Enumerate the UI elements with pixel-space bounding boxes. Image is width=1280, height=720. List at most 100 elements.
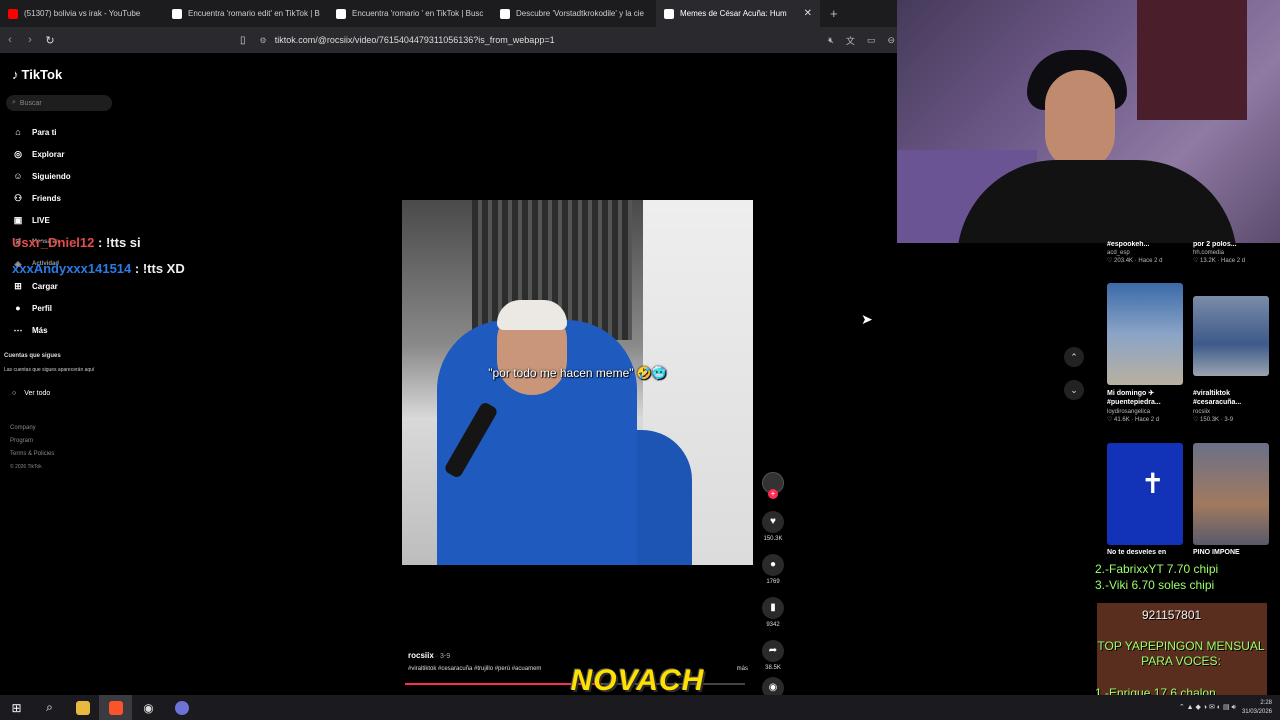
youtube-icon xyxy=(8,8,18,19)
cast-icon[interactable]: ▭ xyxy=(867,35,876,46)
feed-thumbnail[interactable]: ✝ xyxy=(1107,443,1183,545)
footer-link-program[interactable]: Program xyxy=(10,435,54,448)
reload-icon[interactable]: ↻ xyxy=(40,34,60,47)
sidebar-item-perfil[interactable]: ● Perfil xyxy=(12,297,71,319)
live-icon: ▣ xyxy=(13,214,23,225)
see-all-button[interactable]: ○ Ver todo xyxy=(12,390,50,397)
clock[interactable]: 2:28 31/03/2026 xyxy=(1242,699,1272,717)
feed-card[interactable]: #viraltiktok #cesaracuña... rocsiix ♡ 15… xyxy=(1193,389,1273,423)
webcam-overlay xyxy=(897,0,1280,243)
feed-card[interactable]: Mi domingo ✈ #puentepiedra... loydirosan… xyxy=(1107,389,1187,423)
mute-icon[interactable]: 🔇︎ xyxy=(828,35,834,46)
feed-thumbnail[interactable] xyxy=(1193,296,1269,376)
donation-panel: 921157801 TOP YAPEPINGON MENSUAL PARA VO… xyxy=(1095,603,1267,700)
video-caption: "por todo me hacen meme" 🤣🥶 xyxy=(488,366,667,380)
comment-icon: ● xyxy=(762,554,784,576)
donation-title: TOP YAPEPINGON MENSUAL PARA VOCES: xyxy=(1097,639,1265,668)
file-explorer-icon[interactable] xyxy=(66,695,99,720)
tab-tiktok-search-2[interactable]: Encuentra 'romario ' en TikTok | Busc xyxy=(328,0,492,27)
url-field[interactable]: ⚙ tiktok.com/@rocsiix/video/761540447931… xyxy=(260,35,555,45)
profile-icon: ● xyxy=(15,303,21,313)
tab-active[interactable]: Memes de César Acuña: Hum ✕ xyxy=(656,0,820,27)
search-input[interactable]: ⌕ Buscar xyxy=(6,95,112,111)
close-icon[interactable]: ✕ xyxy=(804,8,812,19)
share-icon: ➦ xyxy=(762,640,784,662)
translate-icon[interactable]: 文 xyxy=(846,34,855,47)
sidebar-item-friends[interactable]: ⚇ Friends xyxy=(12,187,71,209)
save-button[interactable]: ▮ 9342 xyxy=(760,597,786,628)
user-icon: ○ xyxy=(12,390,17,397)
feed-thumbnail[interactable] xyxy=(1107,283,1183,385)
sidebar-item-explorar[interactable]: ◎ Explorar xyxy=(12,143,71,165)
obs-icon[interactable]: ◉ xyxy=(132,695,165,720)
feed-card[interactable]: por 2 polos... hh.comedia ♡ 13.2K · Hace… xyxy=(1193,241,1273,264)
tab-tiktok-search-1[interactable]: Encuentra 'romario edit' en TikTok | B xyxy=(164,0,328,27)
brave-browser-icon[interactable] xyxy=(99,695,132,720)
like-count: 150.3K xyxy=(763,536,783,542)
author-name[interactable]: rocsiix xyxy=(408,651,434,660)
tiktok-icon xyxy=(172,8,182,19)
tab-label: Encuentra 'romario ' en TikTok | Busc xyxy=(352,9,484,18)
following-icon: ☺ xyxy=(13,171,23,181)
discord-icon[interactable] xyxy=(165,695,198,720)
tab-youtube[interactable]: (51307) bolivia vs irak - YouTube xyxy=(0,0,164,27)
share-count: 38.5K xyxy=(765,665,781,671)
footer-link-terms[interactable]: Terms & Policies xyxy=(10,448,54,461)
bookmark-icon[interactable]: ▯ xyxy=(240,35,246,46)
streamer-face xyxy=(1045,70,1115,170)
browser-tabbar: (51307) bolivia vs irak - YouTube Encuen… xyxy=(0,0,897,27)
url-text: tiktok.com/@rocsiix/video/76154044793110… xyxy=(274,35,555,45)
footer-link-company[interactable]: Company xyxy=(10,422,54,435)
chat-user: xxxAndyxxx141514 xyxy=(12,261,132,276)
tab-label: Descubre 'Vorstadtkrokodile' y la cie xyxy=(516,9,645,18)
stream-chat-overlay: Usxr_Dniel12 : !tts si xxxAndyxxx141514 … xyxy=(12,230,185,282)
forward-icon[interactable]: › xyxy=(20,34,40,46)
tiktok-icon xyxy=(664,8,674,19)
address-actions: 🔇︎ 文 ▭ ⊖ xyxy=(828,27,897,53)
cross-icon: ✝ xyxy=(1141,468,1165,499)
chat-line: xxxAndyxxx141514 : !tts XD xyxy=(12,256,185,282)
heart-icon: ♥ xyxy=(762,511,784,533)
tiktok-icon: ♪ xyxy=(12,67,19,82)
sidebar-item-para-ti[interactable]: ⌂ Para ti xyxy=(12,121,71,143)
upload-icon: ⊞ xyxy=(14,280,22,291)
share-button[interactable]: ➦ 38.5K xyxy=(760,640,786,671)
post-date: · 3-9 xyxy=(435,653,451,660)
sidebar-item-mas[interactable]: ⋯ Más xyxy=(12,319,71,341)
like-button[interactable]: ♥ 150.3K xyxy=(760,511,786,542)
system-tray: ⌃ ▲ ◆ ◑ ✉ ◐ ▤ 🔊︎ 2:28 31/03/2026 xyxy=(1179,695,1272,720)
feed-card[interactable]: PINO IMPONE xyxy=(1193,549,1273,556)
comment-count: 1769 xyxy=(766,579,780,585)
screen: (51307) bolivia vs irak - YouTube Encuen… xyxy=(0,0,1280,720)
sidebar-footer: Company Program Terms & Policies © 2026 … xyxy=(10,422,54,474)
tiktok-sidebar: ♪ TikTok ⌕ Buscar ⌂ Para ti ◎ Explorar ☺ Si… xyxy=(0,53,120,693)
comment-button[interactable]: ● 1769 xyxy=(760,554,786,585)
tab-label: Memes de César Acuña: Hum xyxy=(680,9,787,18)
new-tab-button[interactable]: + xyxy=(820,6,848,21)
search-icon[interactable]: ⌕ xyxy=(33,695,66,720)
follow-button[interactable]: + xyxy=(768,489,778,499)
feed-card[interactable]: No te desveles en xyxy=(1107,549,1187,556)
tab-tiktok-discover[interactable]: Descubre 'Vorstadtkrokodile' y la cie xyxy=(492,0,656,27)
tiktok-logo[interactable]: ♪ TikTok xyxy=(12,67,62,82)
sidebar-item-live[interactable]: ▣ LIVE xyxy=(12,209,71,231)
video-player[interactable]: "por todo me hacen meme" 🤣🥶 xyxy=(402,200,753,565)
search-placeholder: Buscar xyxy=(19,99,42,107)
feed-card[interactable]: #espookeh... acd_esp ♡ 203.4K · Hace 2 d xyxy=(1107,241,1187,264)
chat-message: : !tts si xyxy=(98,235,141,250)
tray-icons[interactable]: ⌃ ▲ ◆ ◑ ✉ ◐ ▤ 🔊︎ xyxy=(1179,703,1236,712)
video-person xyxy=(497,300,567,330)
share-icon[interactable]: ⊖ xyxy=(887,35,895,46)
start-icon[interactable]: ⊞ xyxy=(0,695,33,720)
scroll-down-button[interactable]: ⌄ xyxy=(1064,380,1084,400)
windows-taskbar: ⊞ ⌕ ◉ ⌃ ▲ ◆ ◑ ✉ ◐ ▤ 🔊︎ 2:28 31/03/2026 xyxy=(0,695,1280,720)
sidebar-item-siguiendo[interactable]: ☺ Siguiendo xyxy=(12,165,70,187)
chat-user: Usxr_Dniel12 xyxy=(12,235,95,250)
back-icon[interactable]: ‹ xyxy=(0,34,20,46)
site-info-icon[interactable]: ⚙ xyxy=(260,36,267,45)
hanging-shirt xyxy=(1137,0,1247,120)
following-title: Cuentas que sigues xyxy=(4,353,61,359)
scroll-up-button[interactable]: ⌃ xyxy=(1064,347,1084,367)
following-subtitle: Las cuentas que sigues aparecerán aquí xyxy=(4,367,95,373)
feed-thumbnail[interactable] xyxy=(1193,443,1269,545)
